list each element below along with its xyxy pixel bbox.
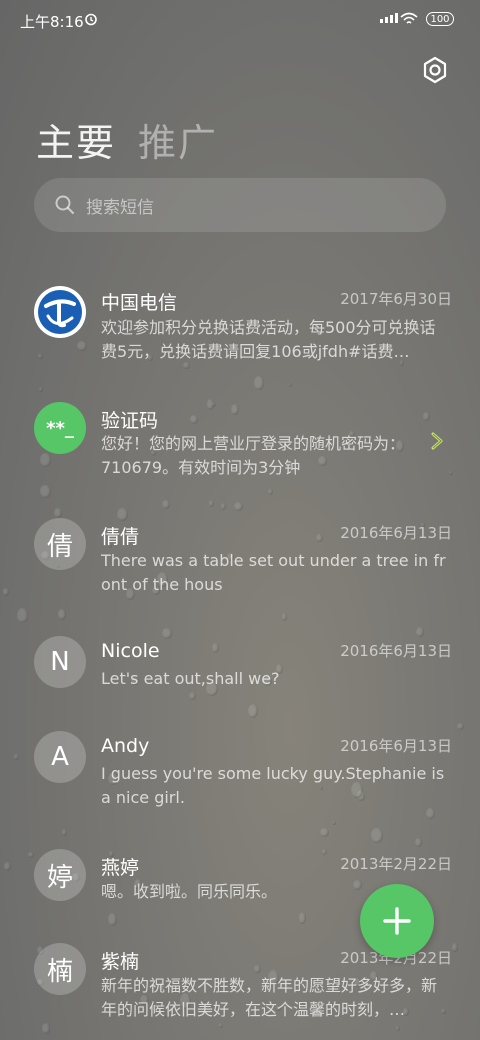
conversation-name: 中国电信 (101, 292, 178, 314)
conversation-date: 2017年6月30日 (340, 290, 452, 308)
conversation-item-telecom[interactable]: 中国电信 2017年6月30日 欢迎参加积分兑换话费活动，每500分可兑换话费5… (0, 286, 480, 366)
raindrop (267, 488, 273, 496)
telecom-logo-icon (38, 290, 82, 334)
raindrop (247, 703, 259, 719)
raindrop (298, 912, 307, 925)
conversation-name: 燕婷 (101, 857, 140, 879)
conversation-date: 2016年6月13日 (340, 737, 452, 755)
contact-avatar: 婷 (34, 849, 86, 901)
raindrop (58, 609, 67, 620)
verification-avatar: **_ (34, 402, 86, 454)
raindrop (221, 502, 227, 511)
conversation-preview: Let's eat out,shall we? (101, 669, 280, 688)
conversation-name: 验证码 (101, 410, 159, 432)
raindrop (42, 1023, 51, 1034)
raindrop (320, 827, 329, 837)
raindrop (395, 1026, 401, 1031)
raindrop (457, 722, 465, 731)
contact-avatar: 倩 (34, 518, 86, 570)
conversation-item-andy[interactable]: A Andy 2016年6月13日 I guess you're some lu… (0, 731, 480, 811)
raindrop (219, 1023, 223, 1028)
contact-avatar: 楠 (34, 943, 86, 995)
conversation-item-qianqian[interactable]: 倩 倩倩 2016年6月13日 There was a table set ou… (0, 518, 480, 598)
raindrop (234, 502, 244, 512)
raindrop (371, 828, 383, 844)
signal-icon (380, 13, 398, 23)
contact-avatar: N (34, 636, 86, 688)
raindrop (38, 387, 43, 393)
new-message-button[interactable] (360, 884, 434, 958)
conversation-preview: 欢迎参加积分兑换话费活动，每500分可兑换话费5元，兑换话费请回复106或jfd… (101, 318, 436, 361)
conversation-preview: I guess you're some lucky guy.Stephanie … (101, 764, 445, 807)
plus-icon (383, 907, 411, 935)
raindrop (209, 500, 214, 508)
telecom-logo-avatar (34, 286, 86, 338)
conversation-name: Nicole (101, 640, 160, 662)
search-placeholder: 搜索短信 (86, 198, 154, 218)
tab-bar: 主要 推广 (36, 112, 218, 167)
conversation-date: 2016年6月13日 (340, 642, 452, 660)
conversation-preview: 新年的祝福数不胜数，新年的愿望好多好多，新年的问候依旧美好，在这个温馨的时刻，… (101, 976, 438, 1019)
settings-gear-icon[interactable] (420, 55, 450, 85)
raindrop (253, 376, 265, 390)
raindrop (16, 608, 29, 624)
conversation-name: 紫楠 (101, 951, 140, 973)
conversation-preview: There was a table set out under a tree i… (101, 551, 446, 594)
raindrop (414, 838, 423, 848)
search-icon (55, 195, 74, 214)
search-bar[interactable]: 搜索短信 (34, 178, 446, 232)
tab-promotions[interactable]: 推广 (138, 112, 218, 167)
raindrop (281, 612, 288, 622)
alarm-icon (85, 13, 97, 26)
raindrop (61, 829, 68, 837)
conversation-name: Andy (101, 735, 150, 757)
raindrop (54, 508, 62, 518)
raindrop (108, 913, 117, 926)
conversation-item-verification[interactable]: **_ 验证码 您好！您的网上营业厅登录的随机密码为：710679。有效时间为3… (0, 402, 480, 482)
conversation-item-nicole[interactable]: N Nicole 2016年6月13日 Let's eat out,shall … (0, 636, 480, 696)
chevron-right-icon[interactable] (428, 430, 446, 452)
battery-icon: 100 (426, 12, 454, 26)
status-bar: 上午8:16 100 (0, 0, 480, 40)
tab-main[interactable]: 主要 (36, 112, 116, 167)
conversation-name: 倩倩 (101, 526, 140, 548)
conversation-preview: 您好！您的网上营业厅登录的随机密码为：710679。有效时间为3分钟 (101, 434, 406, 477)
conversation-date: 2016年6月13日 (340, 524, 452, 542)
status-time: 上午8:16 (20, 13, 84, 31)
contact-avatar: A (34, 731, 86, 783)
raindrop (40, 485, 51, 498)
raindrop (162, 499, 170, 509)
raindrop (289, 383, 293, 388)
raindrop (332, 821, 336, 825)
wifi-icon (400, 12, 418, 24)
conversation-date: 2013年2月22日 (340, 855, 452, 873)
